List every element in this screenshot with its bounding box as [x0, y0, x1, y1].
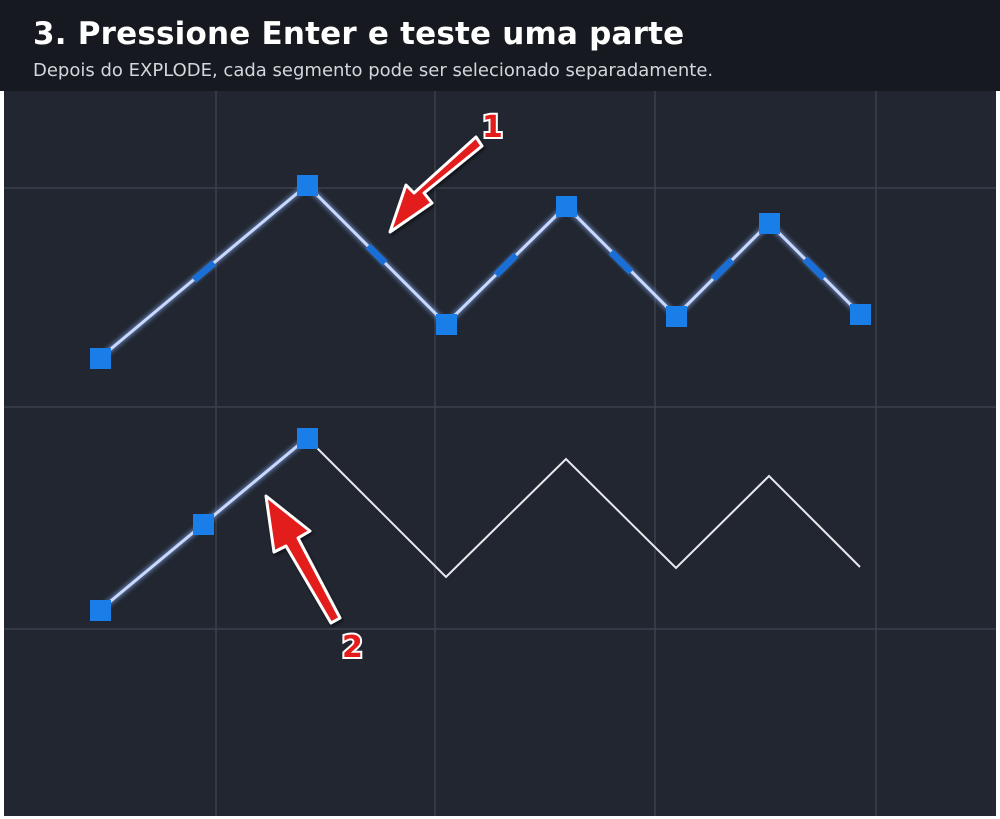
red-arrow-icon [264, 494, 342, 625]
instruction-header: 3. Pressione Enter e teste uma parte Dep… [0, 0, 1000, 91]
callout-number: 2 [342, 630, 363, 665]
midpoint-grips[interactable] [191, 243, 827, 283]
red-arrow-icon [388, 135, 484, 234]
grid [4, 91, 996, 816]
step-subtitle: Depois do EXPLODE, cada segmento pode se… [33, 60, 714, 81]
step-title: 3. Pressione Enter e teste uma parte [33, 16, 685, 52]
callout-number: 1 [482, 110, 503, 145]
exploded-segments[interactable] [90, 428, 861, 621]
selected-polyline[interactable] [90, 175, 871, 369]
cad-drawing-area[interactable]: 1 2 [4, 91, 996, 816]
callout-1: 1 [388, 108, 505, 234]
cad-canvas[interactable]: 1 2 [4, 91, 996, 816]
callout-2: 2 [264, 494, 365, 667]
